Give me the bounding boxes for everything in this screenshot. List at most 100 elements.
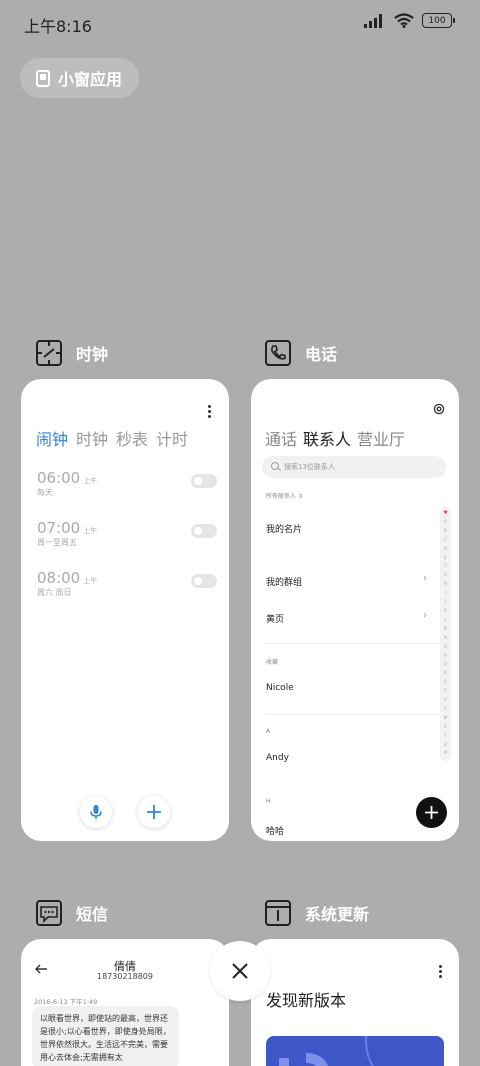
app-header-phone[interactable]: 电话 (265, 340, 337, 366)
alphabet-index[interactable]: ♥ A B C D E F G H I J K L M N O P Q R S T U V W X Y Z # (440, 507, 451, 761)
wifi-icon (394, 13, 414, 28)
section-favorites: 收藏 (266, 659, 279, 666)
status-time: 上午8:16 (24, 17, 92, 36)
floating-window-icon (36, 69, 50, 87)
filter-label: 所有联系人 (266, 493, 297, 500)
sms-app-icon (36, 900, 62, 926)
floating-window-label: 小窗应用 (58, 70, 123, 89)
alphabet-letter[interactable]: R (444, 669, 447, 678)
tab-contacts[interactable]: 联系人 (303, 426, 351, 450)
alphabet-letter[interactable]: N (444, 634, 447, 643)
alarm-item[interactable]: 06:00 上午 每天 (37, 468, 217, 504)
app-header-update[interactable]: 系统更新 (265, 900, 369, 926)
tab-service[interactable]: 营业厅 (357, 426, 405, 450)
alarm-item[interactable]: 07:00 上午 周一至周五 (37, 518, 217, 554)
alarm-repeat: 周六 周日 (37, 588, 72, 597)
alphabet-letter[interactable]: L (444, 616, 446, 625)
update-banner (266, 1036, 444, 1066)
recent-card-clock[interactable]: 闹钟 时钟 秒表 计时 06:00 上午 每天 07:00 上午 周一至周五 08:… (21, 379, 229, 841)
alphabet-letter[interactable]: A (444, 518, 447, 527)
alarm-ampm: 上午 (83, 577, 98, 585)
alarm-time: 06:00 (37, 469, 81, 487)
recent-card-sms[interactable]: 倩倩 18730218809 2016-6-13 下午1:49 以眼看世界，即使… (21, 939, 229, 1066)
my-card-row[interactable]: 我的名片 (266, 522, 302, 535)
contacts-filter[interactable]: 所有联系人 ⇕ (266, 491, 303, 500)
alphabet-letter[interactable]: C (444, 536, 447, 545)
alarm-toggle[interactable] (191, 574, 217, 588)
alphabet-letter[interactable]: F (444, 562, 446, 571)
my-groups-row[interactable]: 我的群组 (266, 575, 302, 588)
alphabet-letter[interactable]: Q (444, 660, 447, 669)
add-contact-button[interactable] (416, 797, 447, 828)
more-icon[interactable] (439, 965, 443, 978)
tab-stopwatch[interactable]: 秒表 (116, 426, 148, 450)
tab-calls[interactable]: 通话 (265, 426, 297, 450)
plus-icon (425, 806, 438, 819)
close-icon (232, 963, 248, 979)
contact-row[interactable]: Nicole (266, 683, 294, 693)
divider (266, 643, 441, 644)
favorites-heart-icon: ♥ (443, 510, 448, 516)
alphabet-letter[interactable]: O (444, 643, 447, 652)
alphabet-letter[interactable]: V (444, 705, 447, 714)
alphabet-letter[interactable]: # (444, 749, 447, 758)
alphabet-letter[interactable]: J (445, 598, 446, 607)
contact-row[interactable]: Andy (266, 753, 289, 763)
alphabet-letter[interactable]: D (444, 545, 447, 554)
alphabet-letter[interactable]: K (444, 607, 447, 616)
divider (266, 714, 441, 715)
tab-clock[interactable]: 时钟 (76, 426, 108, 450)
alarm-ampm: 上午 (83, 477, 98, 485)
alarm-item[interactable]: 08:00 上午 周六 周日 (37, 568, 217, 604)
tab-alarm[interactable]: 闹钟 (36, 426, 68, 450)
alarm-repeat: 每天 (37, 488, 53, 497)
app-name-clock: 时钟 (76, 345, 109, 364)
tab-timer[interactable]: 计时 (156, 426, 188, 450)
floating-window-button[interactable]: 小窗应用 (20, 58, 139, 98)
more-icon[interactable] (208, 405, 212, 418)
alphabet-letter[interactable]: T (444, 687, 446, 696)
alarm-toggle[interactable] (191, 524, 217, 538)
section-h: H (266, 798, 271, 805)
contact-row[interactable]: 哈哈 (266, 824, 284, 837)
alphabet-letter[interactable]: B (444, 527, 447, 536)
alphabet-letter[interactable]: E (444, 554, 447, 563)
sms-contact-number: 18730218809 (97, 972, 153, 981)
update-banner-graphic (279, 1036, 374, 1066)
app-header-clock[interactable]: 时钟 (36, 340, 108, 366)
sms-message-bubble[interactable]: 以眼看世界，即使站的最高，世界还是很小;以心看世界，即使身处局限，世界依然很大。… (32, 1006, 179, 1066)
status-bar: 上午8:16 100 (0, 0, 480, 46)
section-a: A (266, 728, 271, 735)
recent-card-phone[interactable]: 通话 联系人 营业厅 搜索13位联系人 所有联系人 ⇕ 我的名片 我的群组 › … (251, 379, 459, 841)
update-app-icon (265, 900, 291, 926)
update-title: 发现新版本 (266, 991, 347, 1010)
contacts-search-input[interactable]: 搜索13位联系人 (262, 456, 446, 478)
phone-tabs: 通话 联系人 营业厅 (265, 426, 405, 450)
chevron-right-icon: › (423, 573, 427, 584)
clock-app-icon (36, 340, 62, 366)
status-icons: 100 (364, 13, 455, 28)
recent-card-update[interactable]: 发现新版本 (251, 939, 459, 1066)
alphabet-letter[interactable]: P (444, 652, 446, 661)
chevron-right-icon: › (423, 610, 427, 621)
app-header-sms[interactable]: 短信 (36, 900, 108, 926)
alphabet-letter[interactable]: Z (444, 741, 447, 750)
alphabet-letter[interactable]: G (444, 571, 447, 580)
sms-timestamp: 2016-6-13 下午1:49 (34, 998, 98, 1006)
voice-button[interactable] (80, 796, 112, 828)
alphabet-letter[interactable]: H (444, 580, 447, 589)
signal-icon (364, 13, 382, 28)
clear-all-button[interactable] (210, 941, 270, 1001)
add-alarm-button[interactable] (138, 796, 170, 828)
alphabet-letter[interactable]: Y (444, 732, 446, 741)
alphabet-letter[interactable]: S (444, 678, 447, 687)
alphabet-letter[interactable]: W (444, 714, 448, 723)
settings-gear-icon[interactable] (433, 403, 445, 415)
alphabet-letter[interactable]: U (444, 696, 447, 705)
alphabet-letter[interactable]: M (444, 625, 447, 634)
alphabet-letter[interactable]: X (444, 723, 447, 732)
yellow-pages-row[interactable]: 黄页 (266, 612, 284, 625)
sort-icon: ⇕ (297, 493, 303, 500)
alarm-toggle[interactable] (191, 474, 217, 488)
alphabet-letter[interactable]: I (445, 589, 446, 598)
